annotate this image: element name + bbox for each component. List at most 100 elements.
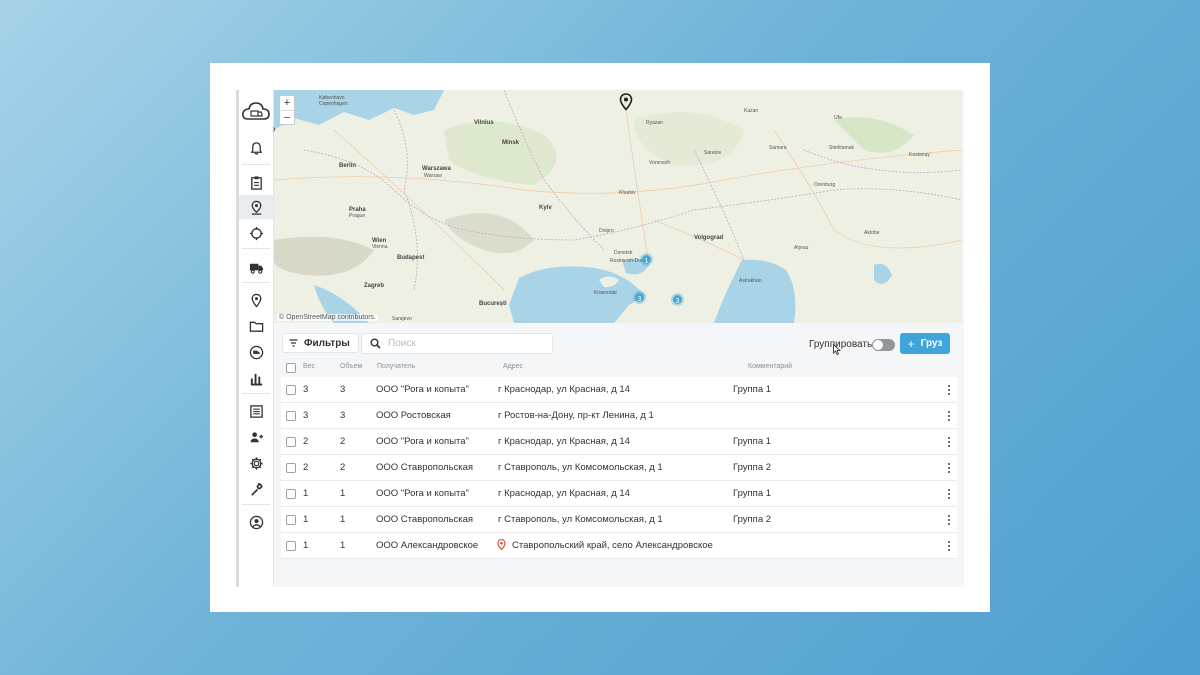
column-header-weight[interactable]: Вес (303, 363, 315, 370)
row-menu-kebab-icon[interactable] (946, 384, 952, 396)
search-input[interactable] (388, 338, 538, 349)
row-menu-kebab-icon[interactable] (946, 514, 952, 526)
search-box[interactable] (361, 333, 553, 354)
map-city-label: Volgograd (694, 235, 724, 241)
app-window: › + − København Copenhagen Vilnius Minsk… (236, 90, 964, 587)
clipboard-icon (250, 175, 262, 190)
row-menu-kebab-icon[interactable] (946, 410, 952, 422)
sidebar-item-analytics[interactable] (239, 366, 273, 390)
table-row[interactable]: 2 2 ООО "Рога и копыта" г Краснодар, ул Кра… (281, 429, 957, 455)
folder-icon (249, 321, 263, 332)
map-city-label: Sarajevo (392, 316, 412, 322)
sidebar-item-folders[interactable] (239, 314, 273, 338)
list-icon (249, 404, 263, 418)
map-city-label: Atyrau (794, 245, 809, 251)
map-attribution[interactable]: © OpenStreetMap contributors. (277, 314, 378, 321)
table-row[interactable]: 1 1 ООО Александровское Ставропольский край… (281, 533, 957, 559)
sidebar-item-locations[interactable] (239, 288, 273, 312)
row-checkbox[interactable] (286, 489, 296, 499)
cell-address: Ставропольский край, село Александровско… (512, 540, 713, 551)
zoom-controls: + − (279, 95, 295, 125)
cell-weight: 2 (303, 462, 309, 473)
row-menu-kebab-icon[interactable] (946, 462, 952, 474)
cell-weight: 3 (303, 410, 309, 421)
user-circle-icon (249, 515, 263, 529)
zoom-out-button[interactable]: − (280, 110, 294, 124)
map-city-label: Warsaw (424, 173, 442, 179)
map-city-label: Minsk (502, 140, 520, 146)
sidebar-divider (242, 504, 270, 505)
map-cluster-marker[interactable]: 1 (640, 253, 653, 266)
sidebar-item-notifications[interactable] (239, 136, 273, 160)
filters-button[interactable]: Фильтры (282, 333, 359, 353)
collapse-chevron-icon[interactable]: › (269, 123, 279, 137)
row-menu-kebab-icon[interactable] (946, 540, 952, 552)
search-icon (370, 338, 381, 349)
cell-recipient: ООО Ставропольская (376, 462, 474, 473)
row-menu-kebab-icon[interactable] (946, 436, 952, 448)
select-all-checkbox[interactable] (286, 363, 296, 373)
cell-recipient: ООО "Рога и копыта" (376, 436, 469, 447)
add-cargo-button[interactable]: + Груз (900, 333, 950, 354)
map-city-label: Berlin (339, 163, 357, 169)
group-toggle[interactable] (872, 339, 895, 351)
wrench-icon (250, 482, 263, 496)
row-checkbox[interactable] (286, 411, 296, 421)
row-checkbox[interactable] (286, 385, 296, 395)
cell-address: г Ставрополь, ул Комсомольская, д 1 (498, 514, 663, 525)
table-row[interactable]: 1 1 ООО "Рога и копыта" г Краснодар, ул Кра… (281, 481, 957, 507)
bell-icon (250, 141, 262, 155)
cell-address: г Ставрополь, ул Комсомольская, д 1 (498, 462, 663, 473)
cell-weight: 1 (303, 514, 309, 525)
cell-comment: Группа 1 (733, 488, 772, 499)
sidebar-item-transport[interactable] (239, 255, 273, 279)
map-marker-icon[interactable] (619, 93, 633, 111)
table-header: Вес Объем Получатель Адрес Комментарий (281, 360, 957, 377)
map-cluster-marker[interactable]: 3 (633, 291, 646, 304)
row-checkbox[interactable] (286, 541, 296, 551)
address-warning-pin-icon (497, 539, 506, 550)
column-header-recipient[interactable]: Получатель (377, 363, 415, 370)
map-city-label: Sterlitamak (829, 145, 855, 151)
map-city-label: Rostov-on-Don (610, 258, 644, 264)
row-checkbox[interactable] (286, 515, 296, 525)
map-pin-icon (251, 200, 261, 215)
sidebar-item-tracking[interactable] (239, 221, 273, 245)
filter-icon (289, 339, 298, 347)
map-city-label: Donetsk (614, 250, 633, 256)
sidebar-item-settings[interactable] (239, 451, 273, 475)
toggle-knob (873, 340, 883, 350)
cell-weight: 1 (303, 540, 309, 551)
sidebar-item-orders[interactable] (239, 170, 273, 194)
sidebar-item-profile[interactable] (239, 510, 273, 534)
location-icon (251, 293, 261, 308)
map-city-label: Prague (349, 213, 366, 219)
table-row[interactable]: 3 3 ООО Ростовская г Ростов-на-Дону, пр-кт … (281, 403, 957, 429)
map-view[interactable]: + − København Copenhagen Vilnius Minsk B… (274, 90, 962, 323)
column-header-volume[interactable]: Объем (340, 363, 362, 370)
table-row[interactable]: 2 2 ООО Ставропольская г Ставрополь, ул Ком… (281, 455, 957, 481)
sidebar-item-tools[interactable] (239, 477, 273, 501)
sidebar-item-map[interactable] (239, 195, 273, 219)
column-header-comment[interactable]: Комментарий (748, 363, 792, 370)
row-checkbox[interactable] (286, 463, 296, 473)
cell-comment: Группа 2 (733, 462, 772, 473)
sidebar-item-users[interactable] (239, 425, 273, 449)
table-row[interactable]: 3 3 ООО "Рога и копыта" г Краснодар, ул Кра… (281, 377, 957, 403)
cloud-truck-logo-icon[interactable] (241, 100, 271, 122)
cell-volume: 2 (340, 436, 346, 447)
sidebar-divider (242, 393, 270, 394)
row-checkbox[interactable] (286, 437, 296, 447)
sidebar-item-deliveries[interactable] (239, 340, 273, 364)
map-city-label: Kazan (744, 108, 759, 114)
sidebar: › (236, 90, 276, 587)
map-cluster-marker[interactable]: 3 (671, 293, 684, 306)
row-menu-kebab-icon[interactable] (946, 488, 952, 500)
column-header-address[interactable]: Адрес (503, 363, 523, 370)
cell-volume: 1 (340, 488, 346, 499)
cell-recipient: ООО Ставропольская (376, 514, 474, 525)
map-city-label: Copenhagen (319, 101, 348, 107)
zoom-in-button[interactable]: + (280, 96, 294, 110)
sidebar-item-lists[interactable] (239, 399, 273, 423)
table-row[interactable]: 1 1 ООО Ставропольская г Ставрополь, ул Ком… (281, 507, 957, 533)
